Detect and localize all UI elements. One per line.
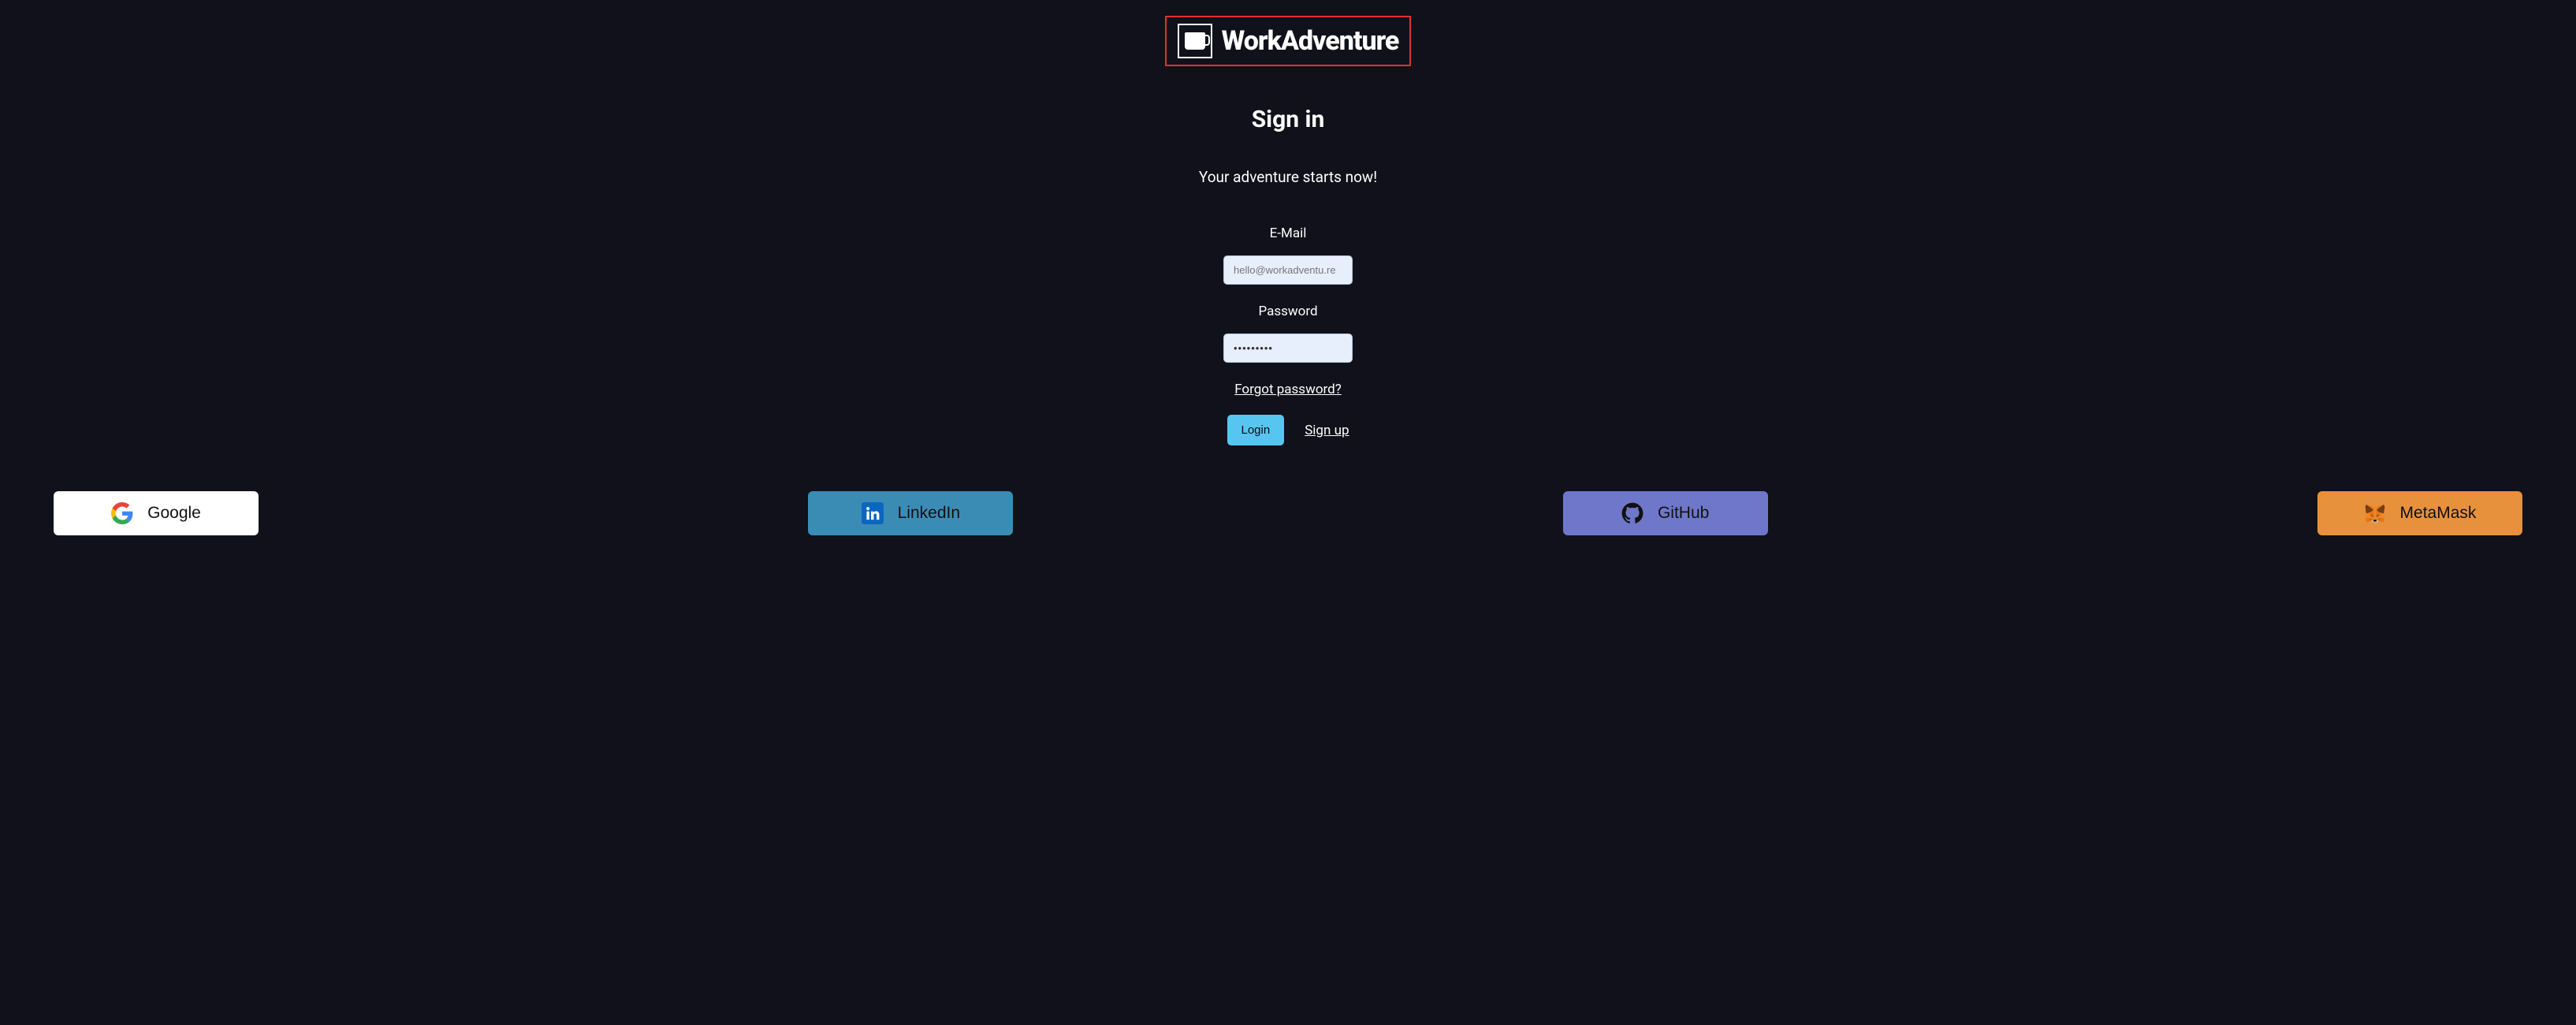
email-input[interactable] (1223, 255, 1353, 285)
email-label: E-Mail (1270, 226, 1307, 241)
metamask-icon (2364, 502, 2386, 524)
github-label: GitHub (1658, 504, 1709, 523)
brand-logo: ༄ WorkAdventure (1165, 16, 1412, 66)
forgot-password-link[interactable]: Forgot password? (1234, 382, 1342, 397)
signup-link[interactable]: Sign up (1305, 423, 1349, 438)
metamask-login-button[interactable]: MetaMask (2317, 491, 2522, 535)
google-login-button[interactable]: Google (54, 491, 259, 535)
github-login-button[interactable]: GitHub (1563, 491, 1768, 535)
linkedin-login-button[interactable]: LinkedIn (808, 491, 1013, 535)
google-icon (111, 502, 133, 524)
password-input[interactable] (1223, 334, 1353, 363)
coffee-mug-icon: ༄ (1178, 24, 1212, 58)
linkedin-label: LinkedIn (898, 504, 960, 523)
password-label: Password (1258, 304, 1317, 319)
login-button[interactable]: Login (1227, 415, 1285, 445)
linkedin-icon (862, 502, 884, 524)
brand-name: WorkAdventure (1222, 25, 1399, 57)
google-label: Google (147, 504, 201, 523)
page-subtitle: Your adventure starts now! (1199, 168, 1377, 186)
metamask-label: MetaMask (2400, 504, 2477, 523)
page-title: Sign in (1252, 106, 1325, 133)
social-login-row: Google LinkedIn GitHub (0, 491, 2576, 535)
github-icon (1621, 502, 1644, 524)
